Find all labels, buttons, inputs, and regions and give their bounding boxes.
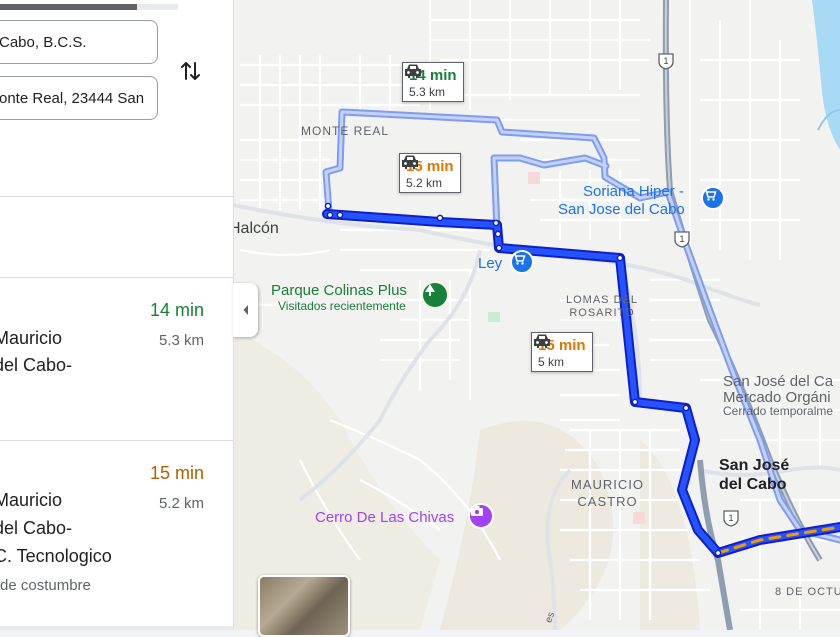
- route-1-distance: 5.3 km: [158, 332, 204, 349]
- route-2-time: 15 min: [149, 463, 204, 483]
- route-option-2[interactable]: 15 min 5.2 km Mauricio del Cabo- C. Tecn…: [0, 441, 233, 626]
- poi-label-parque[interactable]: Parque Colinas Plus: [271, 282, 407, 299]
- route-2-via-line: C. Tecnologico: [0, 546, 112, 566]
- route-1-via-line: Mauricio: [0, 328, 63, 348]
- poi-label-cerro[interactable]: Cerro De Las Chivas: [315, 509, 454, 526]
- shopping-cart-icon[interactable]: [510, 250, 534, 274]
- poi-label-mercado-status: Cerrado temporalme: [723, 404, 834, 418]
- directions-panel: Cabo, B.C.S. onte Real, 23444 San 14 min…: [0, 0, 234, 630]
- car-icon: [405, 64, 421, 78]
- route-callout-distance: 5.3 km: [409, 85, 446, 99]
- route-callout-distance: 5.2 km: [406, 176, 443, 190]
- poi-label-soriana-2: San Jose del Cabo: [558, 201, 685, 218]
- car-icon: [402, 155, 418, 169]
- street-label-8-de-octubre: 8 DE OCTU: [775, 586, 840, 598]
- highway-shield-icon: 1: [658, 53, 674, 70]
- place-label-halcon[interactable]: Halcón: [233, 220, 279, 238]
- divider: [0, 196, 233, 197]
- route-1-via-line: del Cabo-: [0, 355, 73, 375]
- swap-icon: [181, 62, 200, 80]
- place-label-san-jose-del-cabo[interactable]: San José del Cabo: [719, 456, 789, 494]
- place-label-mauricio-castro: MAURICIO CASTRO: [571, 477, 644, 509]
- swap-button[interactable]: [176, 56, 206, 86]
- origin-field[interactable]: Cabo, B.C.S.: [0, 20, 158, 64]
- camera-icon[interactable]: [468, 503, 494, 529]
- destination-text: onte Real, 23444 San: [0, 89, 145, 107]
- route-2-via-line: Mauricio: [0, 490, 63, 510]
- origin-text: Cabo, B.C.S.: [0, 33, 87, 51]
- svg-text:1: 1: [663, 56, 668, 66]
- route-2-via-line: del Cabo-: [0, 518, 73, 538]
- shopping-cart-icon[interactable]: [701, 186, 725, 210]
- park-icon[interactable]: [423, 283, 447, 307]
- route-callout-2[interactable]: 15 min 5.2 km: [399, 153, 461, 193]
- map-canvas[interactable]: 1 1 1 MONTE REAL Halcón LOMAS DEL ROSARIT…: [233, 0, 840, 630]
- destination-field[interactable]: onte Real, 23444 San: [0, 76, 158, 120]
- poi-label-ley[interactable]: Ley: [478, 255, 502, 272]
- photo-thumbnail[interactable]: [258, 575, 350, 637]
- route-2-distance: 5.2 km: [158, 495, 204, 512]
- chevron-left-icon: [243, 305, 248, 315]
- car-icon: [534, 334, 550, 348]
- collapse-panel-button[interactable]: [233, 283, 258, 337]
- route-2-note: de costumbre: [0, 577, 91, 594]
- poi-label-soriana[interactable]: Soriana Hiper -: [583, 183, 684, 200]
- route-callout-1[interactable]: 14 min 5.3 km: [402, 62, 464, 102]
- route-1-time: 14 min: [149, 300, 204, 320]
- poi-label-mercado[interactable]: San José del Ca: [723, 373, 833, 390]
- highway-shield-icon: 1: [723, 510, 739, 527]
- progress-bar: [0, 4, 178, 10]
- svg-text:1: 1: [728, 513, 733, 523]
- route-callout-3[interactable]: 15 min 5 km: [531, 332, 593, 372]
- progress-bar-fill: [0, 4, 138, 10]
- map-svg: [233, 0, 840, 630]
- highway-shield-icon: 1: [674, 231, 690, 248]
- place-label-lomas: LOMAS DEL ROSARITO: [566, 294, 638, 319]
- route-callout-distance: 5 km: [538, 355, 565, 369]
- poi-sublabel-parque: Visitados recientemente: [278, 299, 406, 313]
- place-label-monte-real: MONTE REAL: [301, 124, 390, 138]
- route-option-1[interactable]: 14 min 5.3 km Mauricio del Cabo-: [0, 278, 233, 440]
- divider: [0, 626, 233, 630]
- svg-text:1: 1: [679, 234, 684, 244]
